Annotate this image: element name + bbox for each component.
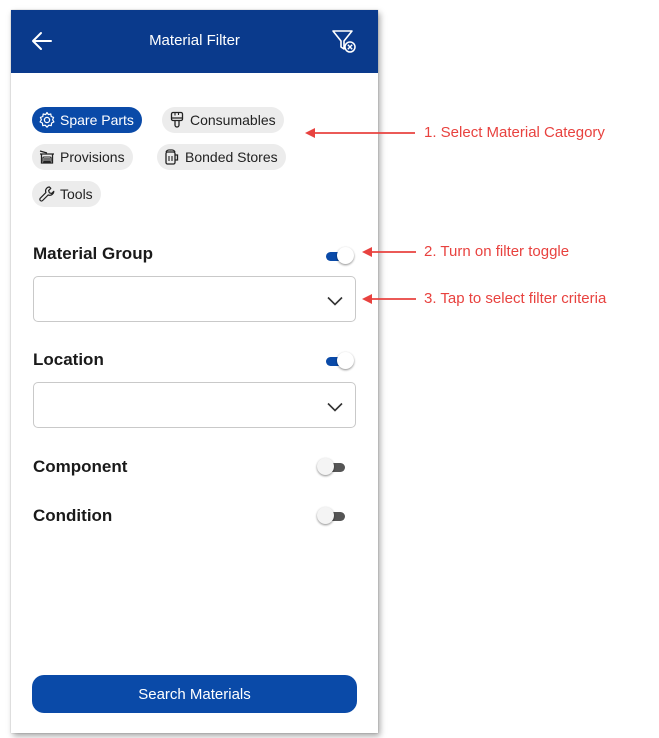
annotation-step-2: 2. Turn on filter toggle bbox=[424, 243, 570, 260]
search-materials-button[interactable]: Search Materials bbox=[32, 675, 357, 713]
toggle-knob bbox=[337, 352, 354, 369]
annotation-arrow-1 bbox=[305, 128, 415, 138]
toggle-knob bbox=[337, 247, 354, 264]
annotation-step-1: 1. Select Material Category bbox=[424, 124, 605, 141]
material-group-toggle[interactable] bbox=[324, 247, 354, 265]
phone-screen: Material Filter Spare Parts Consumables … bbox=[11, 10, 378, 733]
chip-tools[interactable]: Tools bbox=[32, 181, 101, 207]
gear-icon bbox=[38, 111, 56, 129]
location-label: Location bbox=[33, 350, 104, 369]
toggle-knob bbox=[317, 507, 334, 524]
chip-spare-parts[interactable]: Spare Parts bbox=[32, 107, 142, 133]
material-group-label: Material Group bbox=[33, 244, 153, 263]
location-toggle[interactable] bbox=[324, 352, 354, 370]
condition-toggle[interactable] bbox=[317, 507, 347, 525]
location-dropdown[interactable] bbox=[33, 382, 356, 428]
paint-brush-icon bbox=[168, 111, 186, 129]
chip-label: Bonded Stores bbox=[185, 149, 278, 165]
component-toggle[interactable] bbox=[317, 458, 347, 476]
chip-provisions[interactable]: Provisions bbox=[32, 144, 133, 170]
annotation-arrow-2 bbox=[362, 247, 416, 257]
chevron-down-icon bbox=[327, 399, 343, 412]
chip-label: Provisions bbox=[60, 149, 125, 165]
cooking-pot-icon bbox=[38, 148, 56, 166]
chip-label: Consumables bbox=[190, 112, 276, 128]
chip-label: Spare Parts bbox=[60, 112, 134, 128]
chevron-down-icon bbox=[327, 293, 343, 306]
chip-bonded-stores[interactable]: Bonded Stores bbox=[157, 144, 286, 170]
component-label: Component bbox=[33, 457, 128, 476]
annotation-arrow-3 bbox=[362, 294, 416, 304]
condition-label: Condition bbox=[33, 506, 113, 525]
wrench-icon bbox=[38, 185, 56, 203]
material-group-dropdown[interactable] bbox=[33, 276, 356, 322]
filter-clear-icon[interactable] bbox=[331, 28, 357, 54]
beer-mug-icon bbox=[163, 148, 181, 166]
page-title: Material Filter bbox=[149, 32, 240, 49]
app-bar: Material Filter bbox=[11, 10, 378, 73]
annotation-step-3: 3. Tap to select filter criteria bbox=[424, 290, 607, 307]
toggle-knob bbox=[317, 458, 334, 475]
chip-label: Tools bbox=[60, 186, 93, 202]
chip-consumables[interactable]: Consumables bbox=[162, 107, 284, 133]
